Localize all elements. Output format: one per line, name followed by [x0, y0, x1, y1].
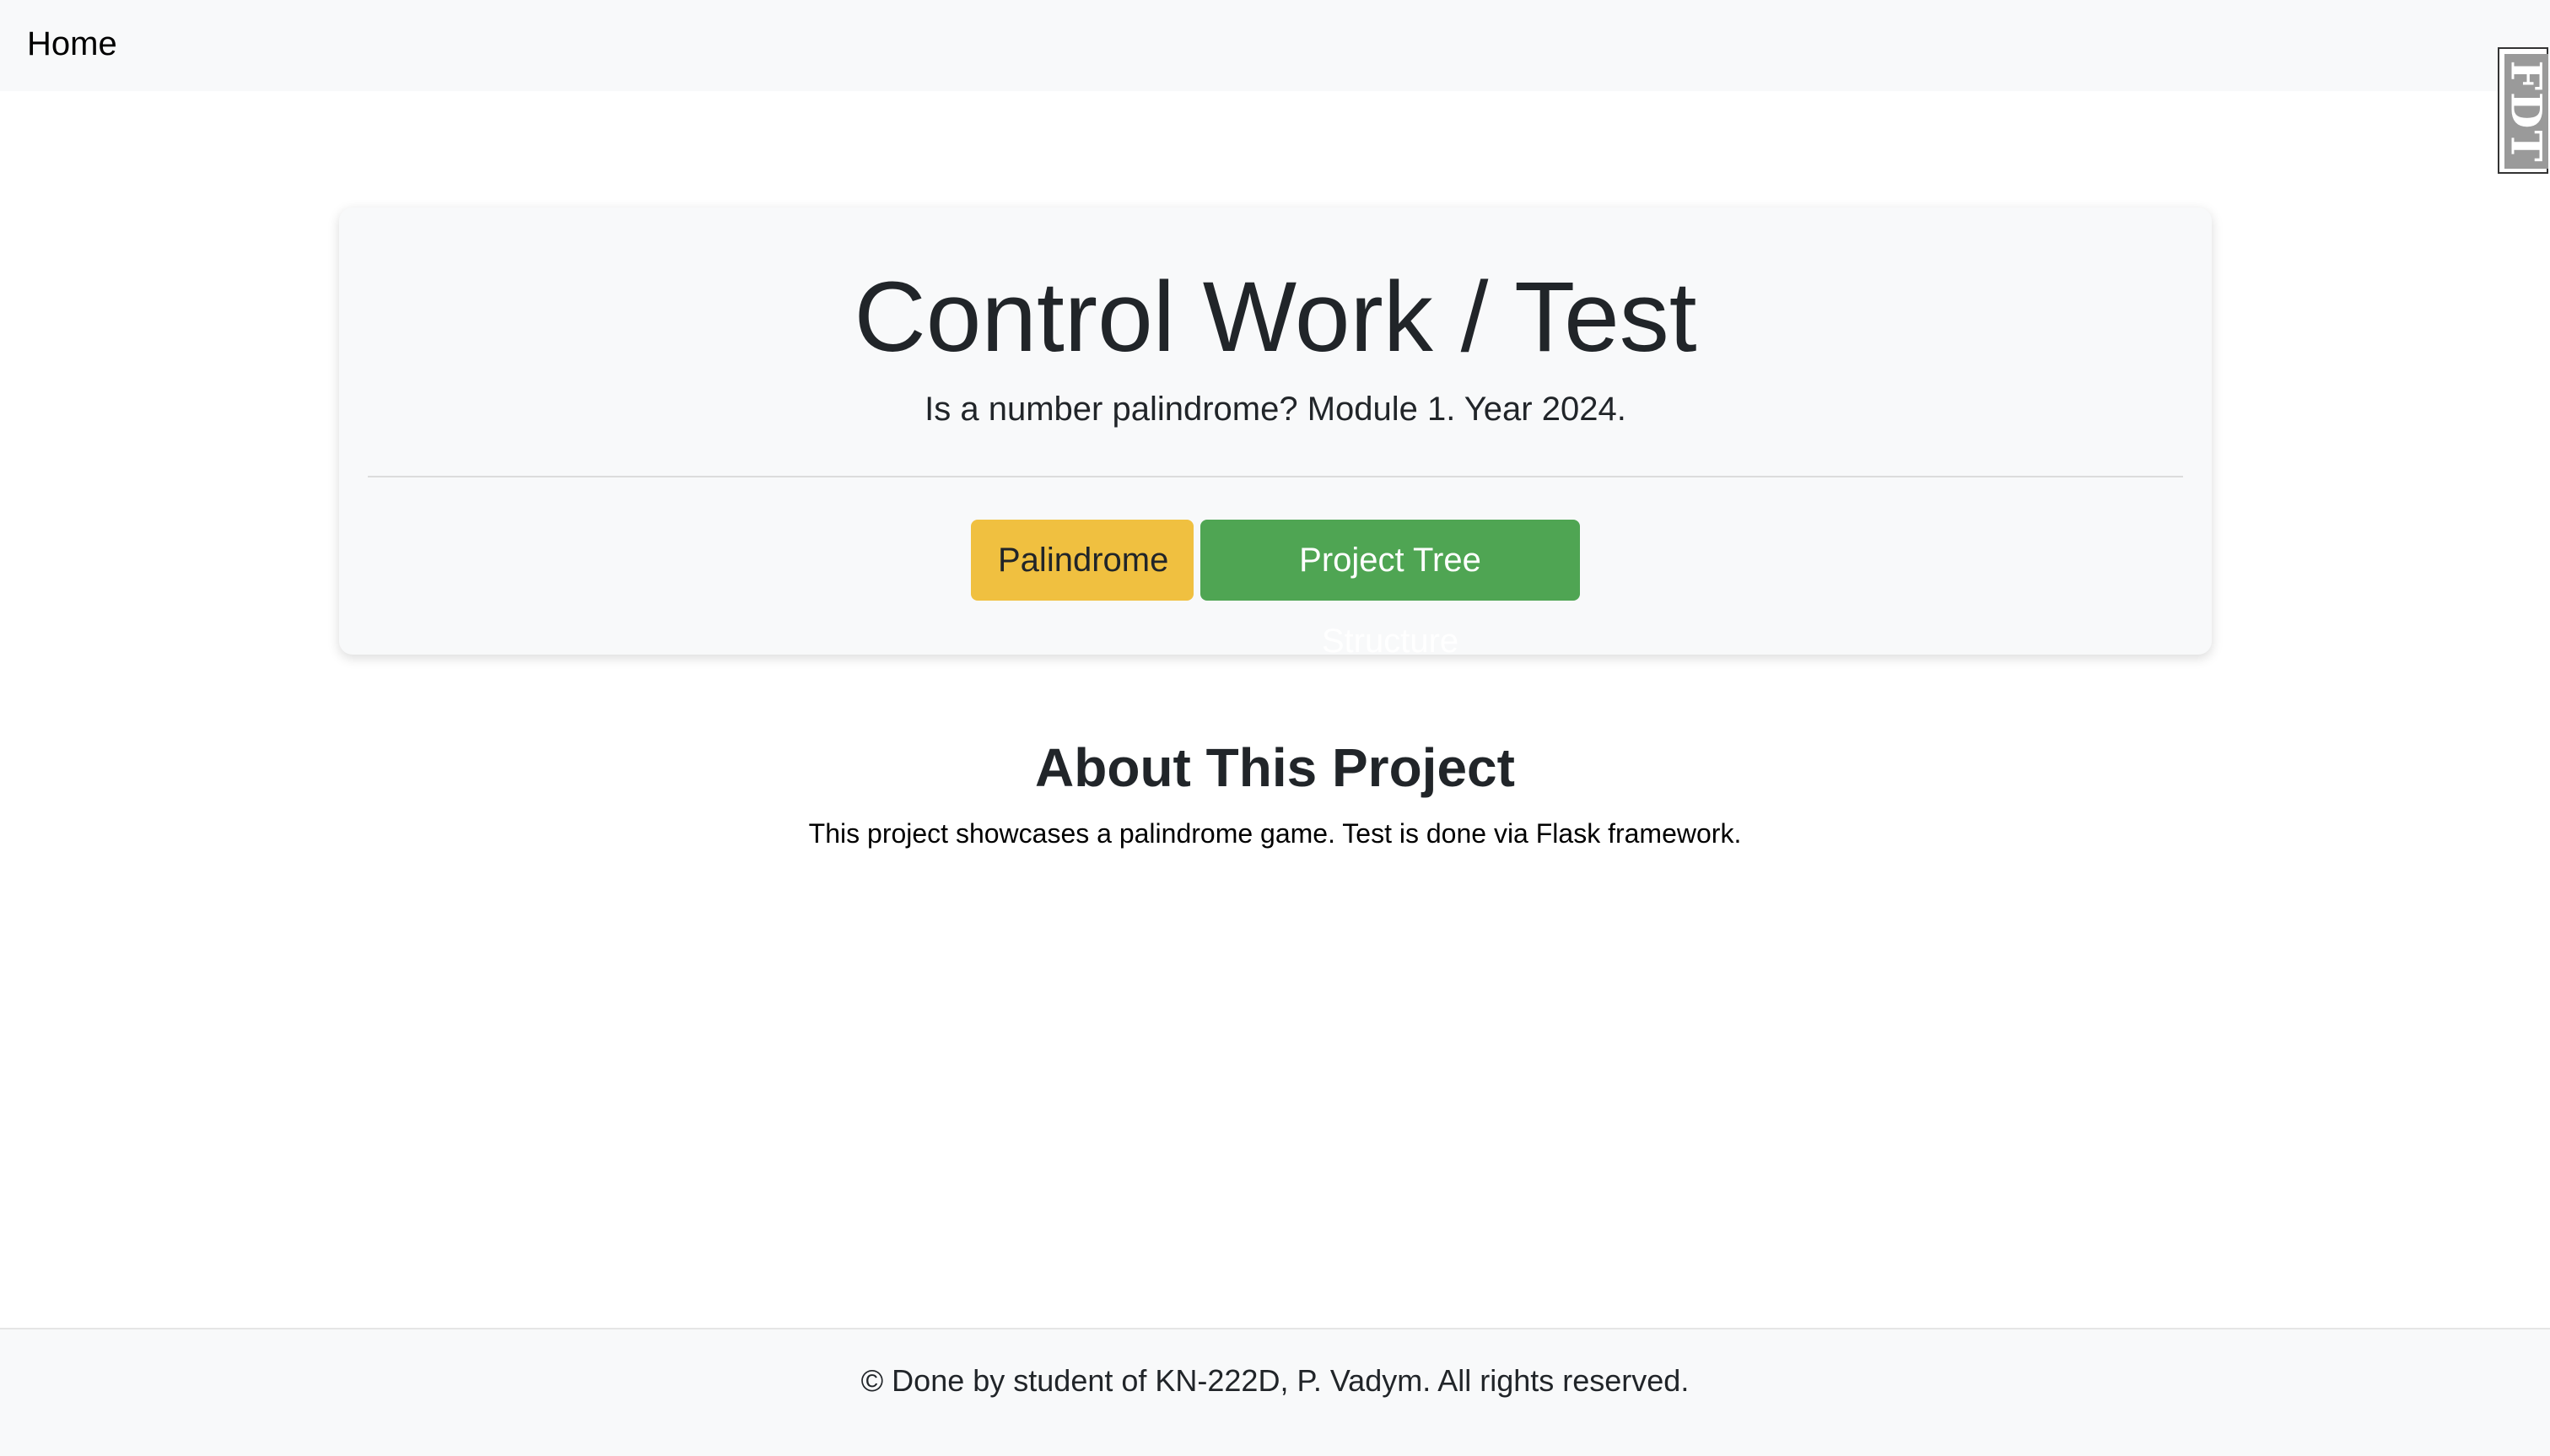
about-text: This project showcases a palindrome game…: [808, 818, 1742, 849]
debug-toolbar-handle[interactable]: FDT: [2498, 47, 2550, 174]
page: Home FDT Control Work / Test Is a number…: [0, 0, 2550, 1456]
debug-toolbar-logo: FDT: [2501, 54, 2550, 169]
hero-subtitle: Is a number palindrome? Module 1. Year 2…: [925, 391, 1626, 428]
hero-divider: [368, 476, 2183, 477]
palindrome-button[interactable]: Palindrome: [971, 520, 1194, 601]
hero-card: Control Work / Test Is a number palindro…: [339, 208, 2212, 660]
page-title: Control Work / Test: [854, 262, 1697, 373]
footer: © Done by student of KN-222D, P. Vadym. …: [0, 1328, 2550, 1456]
nav-home-link[interactable]: Home: [27, 22, 117, 66]
footer-copyright: © Done by student of KN-222D, P. Vadym. …: [860, 1363, 1690, 1398]
about-heading: About This Project: [1035, 737, 1515, 798]
hero-button-row: Palindrome Project Tree Structure: [339, 520, 2212, 660]
navbar: Home: [0, 0, 2550, 91]
project-tree-structure-button[interactable]: Project Tree Structure: [1200, 520, 1580, 660]
debug-toolbar-label: FDT: [2501, 59, 2550, 164]
